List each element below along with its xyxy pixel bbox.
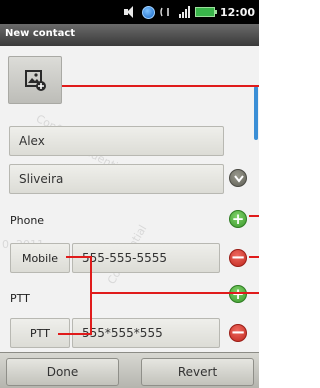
action-bar: Done Revert [0, 352, 259, 388]
callout-line-photo [62, 85, 259, 87]
signal-icon [178, 6, 190, 18]
clock: 12:00 [219, 5, 255, 19]
volume-icon [123, 6, 137, 18]
globe-icon [141, 5, 155, 19]
status-bar: 12:00 [0, 0, 259, 24]
callout-line-remove [249, 256, 259, 258]
add-phone-button[interactable]: + [229, 210, 247, 228]
phone-section-label: Phone [10, 214, 45, 227]
first-name-value: Alex [19, 134, 45, 148]
callout-line-type [66, 256, 92, 258]
ptt-type-value: PTT [30, 326, 50, 340]
ptt-number-value: 555*555*555 [82, 326, 163, 340]
remove-phone-button[interactable]: − [229, 249, 247, 267]
callout-line-type [58, 333, 92, 335]
add-ptt-button[interactable]: + [229, 285, 247, 303]
phone-call-icon [160, 6, 174, 18]
scroll-indicator [254, 86, 258, 140]
expand-name-button[interactable] [229, 169, 247, 187]
phone-number-field[interactable]: 555-555-5555 [72, 243, 220, 273]
revert-button[interactable]: Revert [141, 358, 254, 386]
remove-ptt-button[interactable]: − [229, 324, 247, 342]
first-name-field[interactable]: Alex [9, 126, 224, 156]
chevron-down-icon [234, 175, 244, 183]
phone-number-value: 555-555-5555 [82, 251, 168, 265]
ptt-number-field[interactable]: 555*555*555 [72, 318, 220, 348]
add-photo-icon [25, 70, 46, 91]
phone-type-value: Mobile [21, 251, 59, 265]
last-name-field[interactable]: Sliveira [9, 164, 224, 194]
page-title: New contact [5, 28, 76, 39]
callout-line-type [90, 256, 92, 334]
callout-line-add [249, 215, 259, 217]
title-bar: New contact [0, 24, 259, 46]
last-name-value: Sliveira [19, 172, 64, 186]
done-button[interactable]: Done [6, 358, 119, 386]
contact-photo-button[interactable] [8, 56, 62, 104]
callout-line-type [90, 292, 259, 294]
new-contact-screen: 12:00 New contact Confidential Confident… [0, 0, 259, 388]
battery-icon [194, 7, 217, 17]
ptt-section-label: PTT [10, 292, 30, 305]
phone-type-selector[interactable]: Mobile [10, 243, 70, 273]
